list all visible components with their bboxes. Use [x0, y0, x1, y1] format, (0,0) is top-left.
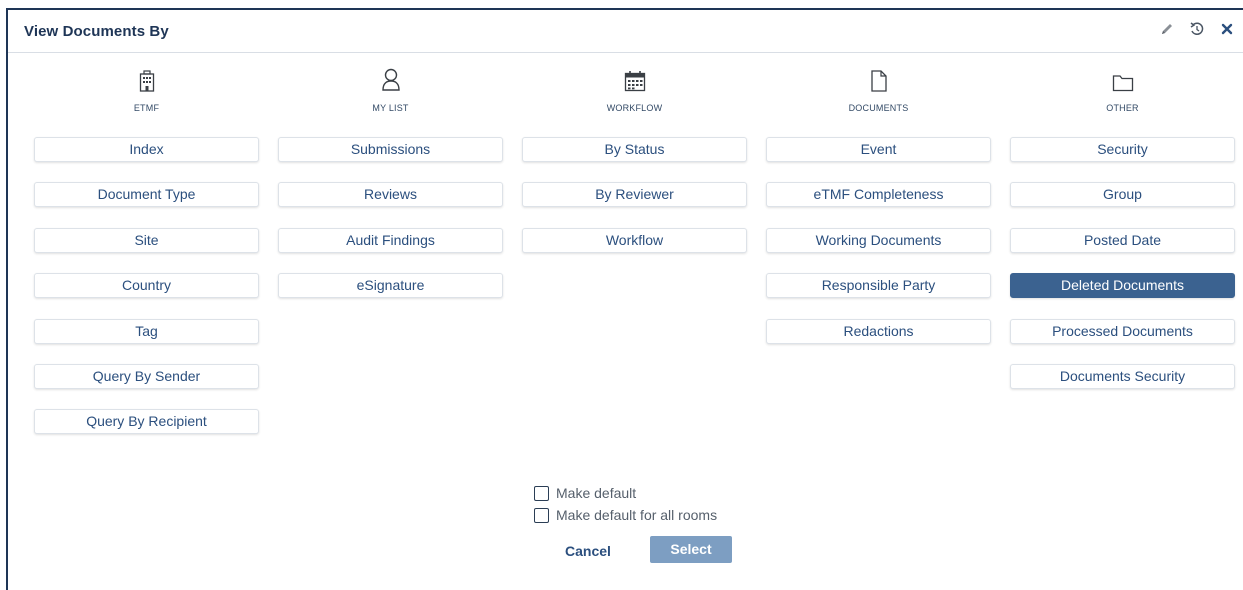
- header-actions: [1159, 20, 1235, 38]
- option-esignature[interactable]: eSignature: [278, 273, 503, 298]
- category-workflow: WORKFLOW: [522, 67, 747, 113]
- option-processed-documents[interactable]: Processed Documents: [1010, 319, 1235, 344]
- make-default-row: Make default: [534, 485, 636, 501]
- make-default-all-rooms-checkbox[interactable]: [534, 507, 549, 523]
- category-label: OTHER: [1106, 103, 1139, 113]
- view-documents-dialog: View Documents By ETMF MY LIST WORKFLOW …: [6, 8, 1243, 590]
- option-query-by-sender[interactable]: Query By Sender: [34, 364, 259, 389]
- folder-icon: [1112, 74, 1134, 97]
- option-reviews[interactable]: Reviews: [278, 182, 503, 207]
- calendar-icon: [624, 70, 646, 97]
- select-button[interactable]: Select: [650, 536, 732, 563]
- category-label: DOCUMENTS: [848, 103, 909, 113]
- option-site[interactable]: Site: [34, 228, 259, 253]
- option-group[interactable]: Group: [1010, 182, 1235, 207]
- option-index[interactable]: Index: [34, 137, 259, 162]
- category-my-list: MY LIST: [278, 67, 503, 113]
- building-icon: [139, 70, 155, 97]
- option-security[interactable]: Security: [1010, 137, 1235, 162]
- category-label: WORKFLOW: [606, 103, 663, 113]
- category-label: ETMF: [133, 103, 160, 113]
- option-by-reviewer[interactable]: By Reviewer: [522, 182, 747, 207]
- make-default-all-rooms-row: Make default for all rooms: [534, 507, 717, 523]
- make-default-checkbox[interactable]: [534, 485, 549, 501]
- option-workflow[interactable]: Workflow: [522, 228, 747, 253]
- user-icon: [381, 68, 401, 97]
- option-deleted-documents[interactable]: Deleted Documents: [1010, 273, 1235, 298]
- close-icon[interactable]: [1219, 20, 1235, 38]
- category-label: MY LIST: [372, 103, 409, 113]
- option-tag[interactable]: Tag: [34, 319, 259, 344]
- reset-icon[interactable]: [1189, 20, 1205, 38]
- option-query-by-recipient[interactable]: Query By Recipient: [34, 409, 259, 434]
- option-country[interactable]: Country: [34, 273, 259, 298]
- cancel-button[interactable]: Cancel: [558, 539, 618, 563]
- category-etmf: ETMF: [34, 67, 259, 113]
- option-by-status[interactable]: By Status: [522, 137, 747, 162]
- option-working-documents[interactable]: Working Documents: [766, 228, 991, 253]
- dialog-header: View Documents By: [8, 10, 1243, 53]
- category-documents: DOCUMENTS: [766, 67, 991, 113]
- option-responsible-party[interactable]: Responsible Party: [766, 273, 991, 298]
- option-etmf-completeness[interactable]: eTMF Completeness: [766, 182, 991, 207]
- document-icon: [870, 70, 888, 97]
- category-other: OTHER: [1010, 67, 1235, 113]
- option-posted-date[interactable]: Posted Date: [1010, 228, 1235, 253]
- make-default-label: Make default: [556, 485, 637, 501]
- make-default-all-rooms-label: Make default for all rooms: [556, 507, 718, 523]
- pencil-icon[interactable]: [1159, 20, 1175, 38]
- option-documents-security[interactable]: Documents Security: [1010, 364, 1235, 389]
- option-audit-findings[interactable]: Audit Findings: [278, 228, 503, 253]
- option-submissions[interactable]: Submissions: [278, 137, 503, 162]
- dialog-title: View Documents By: [24, 23, 169, 40]
- option-event[interactable]: Event: [766, 137, 991, 162]
- option-document-type[interactable]: Document Type: [34, 182, 259, 207]
- option-redactions[interactable]: Redactions: [766, 319, 991, 344]
